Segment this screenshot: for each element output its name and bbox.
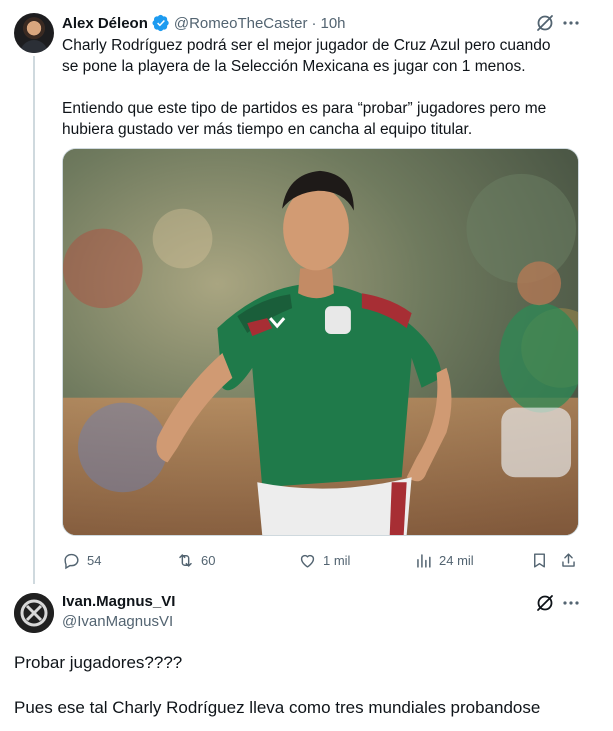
thread-line: [33, 56, 35, 584]
views-button[interactable]: 24 mil: [414, 548, 474, 572]
verified-badge-icon: [152, 14, 170, 32]
author-name[interactable]: Alex Déleon: [62, 15, 148, 32]
reply-avatar[interactable]: [14, 593, 54, 633]
retweet-icon: [179, 553, 192, 567]
views-count: 24 mil: [439, 552, 474, 568]
reply-author-handle[interactable]: @IvanMagnusVI: [62, 613, 173, 630]
football-player-image: [63, 149, 578, 535]
like-icon: [300, 554, 315, 568]
tweet-header: Alex Déleon @RomeoTheCaster · 10h: [62, 13, 346, 33]
tweet-paragraph: Charly Rodríguez podrá ser el mejor juga…: [62, 37, 551, 75]
reply-paragraph: Probar jugadores????: [14, 653, 183, 672]
reply-button[interactable]: 54: [62, 548, 101, 572]
reply-paragraph: Pues ese tal Charly Rodríguez lleva como…: [14, 698, 541, 717]
retweet-count: 60: [201, 552, 216, 568]
avatar[interactable]: [14, 13, 54, 53]
retweet-button[interactable]: 60: [176, 548, 215, 572]
like-count: 1 mil: [323, 552, 351, 568]
share-icon: [562, 552, 575, 567]
tweet-photo[interactable]: [62, 148, 579, 536]
like-button[interactable]: 1 mil: [298, 548, 350, 572]
grok-icon[interactable]: [535, 13, 555, 33]
tweet-text: Charly Rodríguez podrá ser el mejor juga…: [62, 35, 562, 140]
reply-author-name[interactable]: Ivan.Magnus_VI: [62, 593, 175, 610]
author-handle[interactable]: @RomeoTheCaster: [174, 15, 308, 32]
reply-text: Probar jugadores???? Pues ese tal Charly…: [14, 651, 594, 731]
tweet[interactable]: Alex Déleon @RomeoTheCaster · 10h Charly…: [0, 0, 613, 584]
timestamp[interactable]: 10h: [320, 15, 345, 32]
views-icon: [417, 553, 431, 568]
separator: ·: [311, 14, 317, 32]
grok-icon[interactable]: [535, 593, 555, 613]
share-button[interactable]: [559, 548, 578, 572]
tweet-actions: 54 60 1 mil 24 mil: [62, 548, 582, 572]
more-icon[interactable]: [561, 593, 581, 613]
bookmark-icon: [534, 552, 545, 568]
reply-icon: [64, 553, 79, 569]
reply-count: 54: [87, 552, 102, 568]
bookmark-button[interactable]: [530, 548, 549, 572]
reply-tweet[interactable]: Ivan.Magnus_VI @IvanMagnusVI Probar juga…: [0, 583, 613, 731]
more-icon[interactable]: [561, 13, 581, 33]
tweet-paragraph: Entiendo que este tipo de partidos es pa…: [62, 100, 547, 138]
